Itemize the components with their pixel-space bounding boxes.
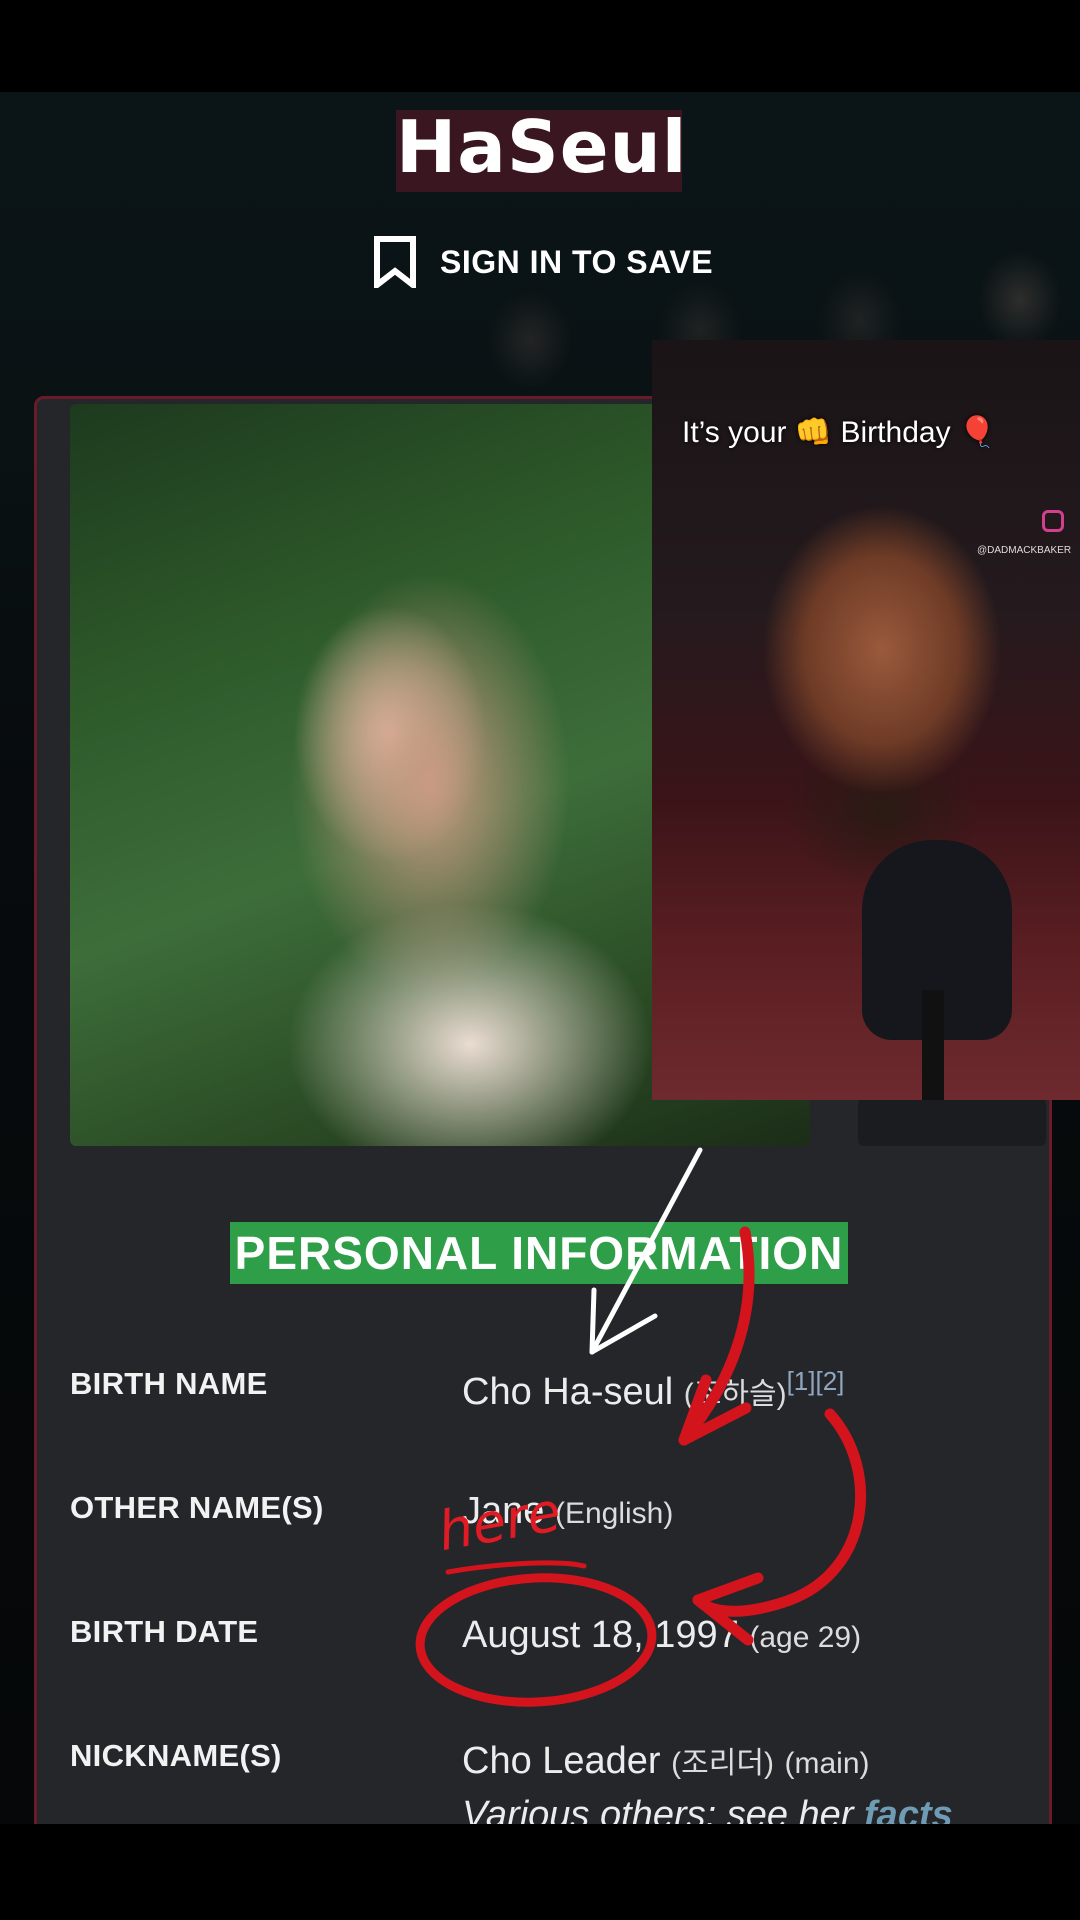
- instagram-icon: [1042, 510, 1064, 532]
- nickname-note: (main): [784, 1747, 870, 1780]
- page-title: HaSeul: [396, 105, 688, 189]
- video-handle: @DADMACKBAKER: [977, 545, 1072, 556]
- birth-date-label: BIRTH DATE: [70, 1614, 259, 1649]
- video-overlay[interactable]: It’s your 👊 Birthday 🎈 @DADMACKBAKER: [652, 340, 1080, 1100]
- birth-name-text: Cho Ha-seul: [462, 1371, 674, 1413]
- other-name-note: (English): [554, 1497, 674, 1530]
- video-caption: It’s your 👊 Birthday 🎈: [682, 416, 997, 449]
- other-names-label: OTHER NAME(S): [70, 1490, 324, 1525]
- birth-name-label: BIRTH NAME: [70, 1366, 268, 1401]
- section-heading: PERSONAL INFORMATION: [230, 1222, 848, 1284]
- birth-name-value: Cho Ha-seul (조하슬)[1][2]: [462, 1366, 844, 1414]
- photo-thumbnail[interactable]: [858, 1098, 1046, 1146]
- birth-name-native: (조하슬): [683, 1378, 787, 1411]
- nickname-text: Cho Leader: [462, 1740, 661, 1782]
- nickname-native: (조리더): [671, 1747, 774, 1780]
- reference-links[interactable]: [1][2]: [787, 1366, 845, 1396]
- microphone-stand: [922, 990, 944, 1100]
- top-bar: [0, 0, 1080, 92]
- bookmark-icon: [372, 236, 418, 288]
- sign-in-to-save-button[interactable]: SIGN IN TO SAVE: [372, 232, 713, 292]
- birth-date-value: August 18, 1997 (age 29): [462, 1614, 861, 1657]
- nicknames-label: NICKNAME(S): [70, 1738, 282, 1773]
- bottom-bar: [0, 1824, 1080, 1920]
- birth-date-age: (age 29): [749, 1621, 862, 1654]
- birth-date-text: August 18, 1997: [462, 1614, 739, 1656]
- save-label: SIGN IN TO SAVE: [440, 243, 714, 280]
- nicknames-value: Cho Leader (조리더) (main): [462, 1738, 870, 1783]
